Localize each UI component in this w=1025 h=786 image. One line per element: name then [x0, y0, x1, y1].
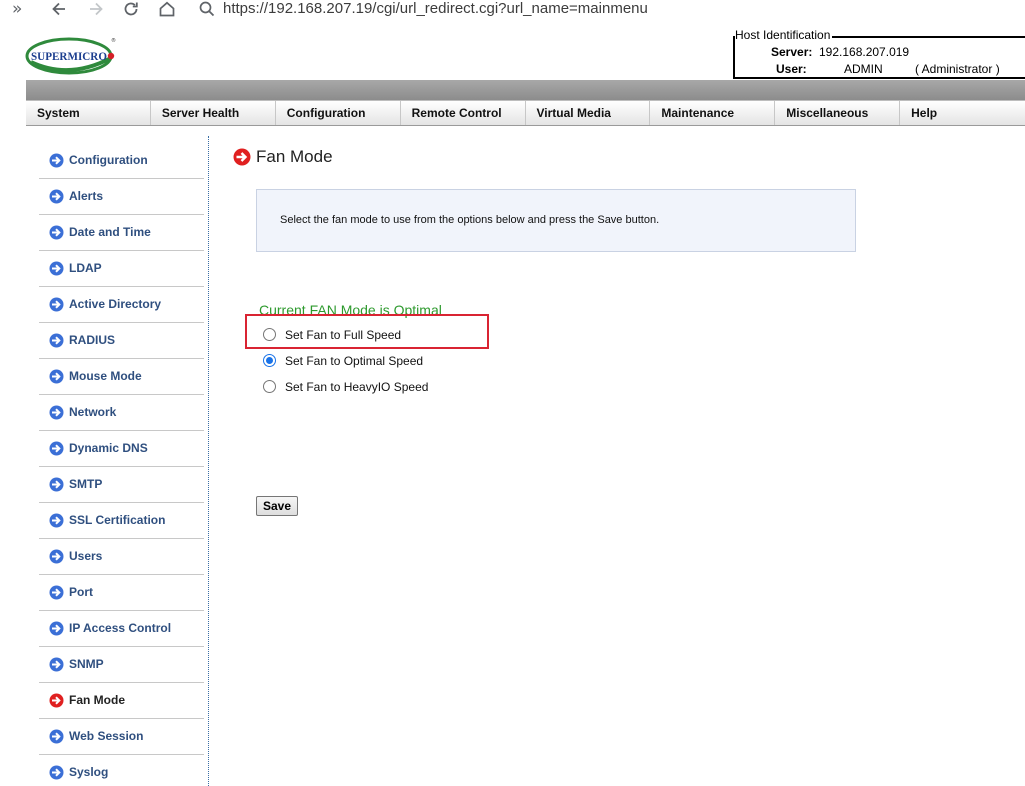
sidebar-item-label[interactable]: Alerts — [69, 189, 103, 203]
svg-text:SUPERMICRO: SUPERMICRO — [31, 51, 107, 63]
menu-miscellaneous[interactable]: Miscellaneous — [775, 101, 901, 125]
circle-arrow-right-icon — [49, 621, 64, 636]
radio-label[interactable]: Set Fan to Optimal Speed — [285, 354, 423, 368]
circle-arrow-right-icon — [49, 657, 64, 672]
server-label: Server: — [771, 45, 813, 59]
circle-arrow-right-icon — [49, 225, 64, 240]
sidebar-item-configuration[interactable]: Configuration — [39, 143, 204, 179]
sidebar-item-label[interactable]: Users — [69, 549, 102, 563]
address-bar-url[interactable]: https://192.168.207.19/cgi/url_redirect.… — [223, 0, 648, 18]
user-label: User: — [776, 62, 807, 76]
host-identification-title: Host Identification — [735, 28, 833, 42]
sidebar-item-smtp[interactable]: SMTP — [39, 467, 204, 503]
page-title: Fan Mode — [256, 147, 333, 166]
sidebar-item-label[interactable]: Network — [69, 405, 116, 419]
sidebar-item-radius[interactable]: RADIUS — [39, 323, 204, 359]
radio-label[interactable]: Set Fan to Full Speed — [285, 328, 401, 342]
sidebar-item-label[interactable]: Web Session — [69, 729, 143, 743]
circle-arrow-right-icon — [49, 441, 64, 456]
search-icon — [198, 0, 216, 20]
circle-arrow-right-icon — [49, 729, 64, 744]
sidebar-item-users[interactable]: Users — [39, 539, 204, 575]
menu-help[interactable]: Help — [900, 101, 1025, 125]
sidebar-nav: Configuration Alerts Date and Time LDAP Acti… — [39, 143, 204, 786]
red-circle-arrow-right-icon — [49, 693, 64, 708]
circle-arrow-right-icon — [49, 549, 64, 564]
instruction-text: Select the fan mode to use from the opti… — [280, 214, 660, 226]
instruction-box: Select the fan mode to use from the opti… — [256, 189, 856, 252]
sidebar-item-label[interactable]: Date and Time — [69, 225, 151, 239]
sidebar-item-label[interactable]: LDAP — [69, 261, 102, 275]
user-role: ( Administrator ) — [915, 62, 1000, 76]
sidebar-item-label[interactable]: IP Access Control — [69, 621, 171, 635]
circle-arrow-right-icon — [49, 585, 64, 600]
sidebar-item-label[interactable]: Active Directory — [69, 297, 161, 311]
sidebar-item-label[interactable]: Port — [69, 585, 93, 599]
sidebar-item-label[interactable]: Mouse Mode — [69, 369, 142, 383]
red-circle-arrow-right-icon — [233, 148, 251, 166]
home-icon[interactable] — [158, 0, 176, 20]
circle-arrow-right-icon — [49, 405, 64, 420]
sidebar-item-network[interactable]: Network — [39, 395, 204, 431]
circle-arrow-right-icon — [49, 189, 64, 204]
sidebar-item-syslog[interactable]: Syslog — [39, 755, 204, 786]
sidebar-item-ssl-certification[interactable]: SSL Certification — [39, 503, 204, 539]
svg-text:®: ® — [111, 37, 116, 44]
sidebar-item-active-directory[interactable]: Active Directory — [39, 287, 204, 323]
sidebar-item-label[interactable]: Fan Mode — [69, 693, 125, 707]
circle-arrow-right-icon — [49, 261, 64, 276]
sidebar-divider — [208, 136, 209, 786]
sidebar-item-fan-mode[interactable]: Fan Mode — [39, 683, 204, 719]
save-button[interactable]: Save — [256, 496, 298, 516]
sidebar-item-label[interactable]: SSL Certification — [69, 513, 165, 527]
radio-button-checked[interactable] — [263, 354, 276, 367]
back-arrow-icon[interactable] — [50, 0, 68, 20]
supermicro-logo: SUPERMICRO ® — [25, 36, 119, 76]
sidebar-item-label[interactable]: Dynamic DNS — [69, 441, 148, 455]
circle-arrow-right-icon — [49, 477, 64, 492]
sidebar-item-label[interactable]: SNMP — [69, 657, 104, 671]
circle-arrow-right-icon — [49, 153, 64, 168]
sidebar-item-label[interactable]: RADIUS — [69, 333, 115, 347]
circle-arrow-right-icon — [49, 765, 64, 780]
menu-configuration[interactable]: Configuration — [276, 101, 401, 125]
reload-icon[interactable] — [122, 0, 140, 20]
menu-server-health[interactable]: Server Health — [151, 101, 276, 125]
circle-arrow-right-icon — [49, 513, 64, 528]
radio-button[interactable] — [263, 380, 276, 393]
menu-system[interactable]: System — [26, 101, 151, 125]
sidebar-item-label[interactable]: Configuration — [69, 153, 148, 167]
circle-arrow-right-icon — [49, 369, 64, 384]
browser-toolbar: » https://192.168.207.19/cgi/url_redirec… — [0, 0, 1025, 22]
sidebar-item-snmp[interactable]: SNMP — [39, 647, 204, 683]
sidebar-item-ip-access-control[interactable]: IP Access Control — [39, 611, 204, 647]
sidebar-item-label[interactable]: SMTP — [69, 477, 102, 491]
forward-arrow-icon[interactable] — [87, 0, 105, 20]
main-menu-bar: System Server Health Configuration Remot… — [26, 100, 1025, 126]
user-value: ADMIN — [844, 62, 883, 76]
sidebar-item-port[interactable]: Port — [39, 575, 204, 611]
radio-button[interactable] — [263, 328, 276, 341]
menu-maintenance[interactable]: Maintenance — [650, 101, 776, 125]
server-value: 192.168.207.019 — [819, 45, 910, 59]
circle-arrow-right-icon — [49, 297, 64, 312]
circle-arrow-right-icon — [49, 333, 64, 348]
sidebar-item-alerts[interactable]: Alerts — [39, 179, 204, 215]
sidebar-item-web-session[interactable]: Web Session — [39, 719, 204, 755]
menu-remote-control[interactable]: Remote Control — [401, 101, 526, 125]
sidebar-item-mouse-mode[interactable]: Mouse Mode — [39, 359, 204, 395]
header-gray-bar — [26, 80, 1025, 100]
menu-virtual-media[interactable]: Virtual Media — [526, 101, 651, 125]
chevron-double-right-icon[interactable]: » — [12, 0, 22, 20]
sidebar-item-label[interactable]: Syslog — [69, 765, 108, 779]
sidebar-item-ldap[interactable]: LDAP — [39, 251, 204, 287]
sidebar-item-date-and-time[interactable]: Date and Time — [39, 215, 204, 251]
radio-label[interactable]: Set Fan to HeavyIO Speed — [285, 380, 428, 394]
sidebar-item-dynamic-dns[interactable]: Dynamic DNS — [39, 431, 204, 467]
